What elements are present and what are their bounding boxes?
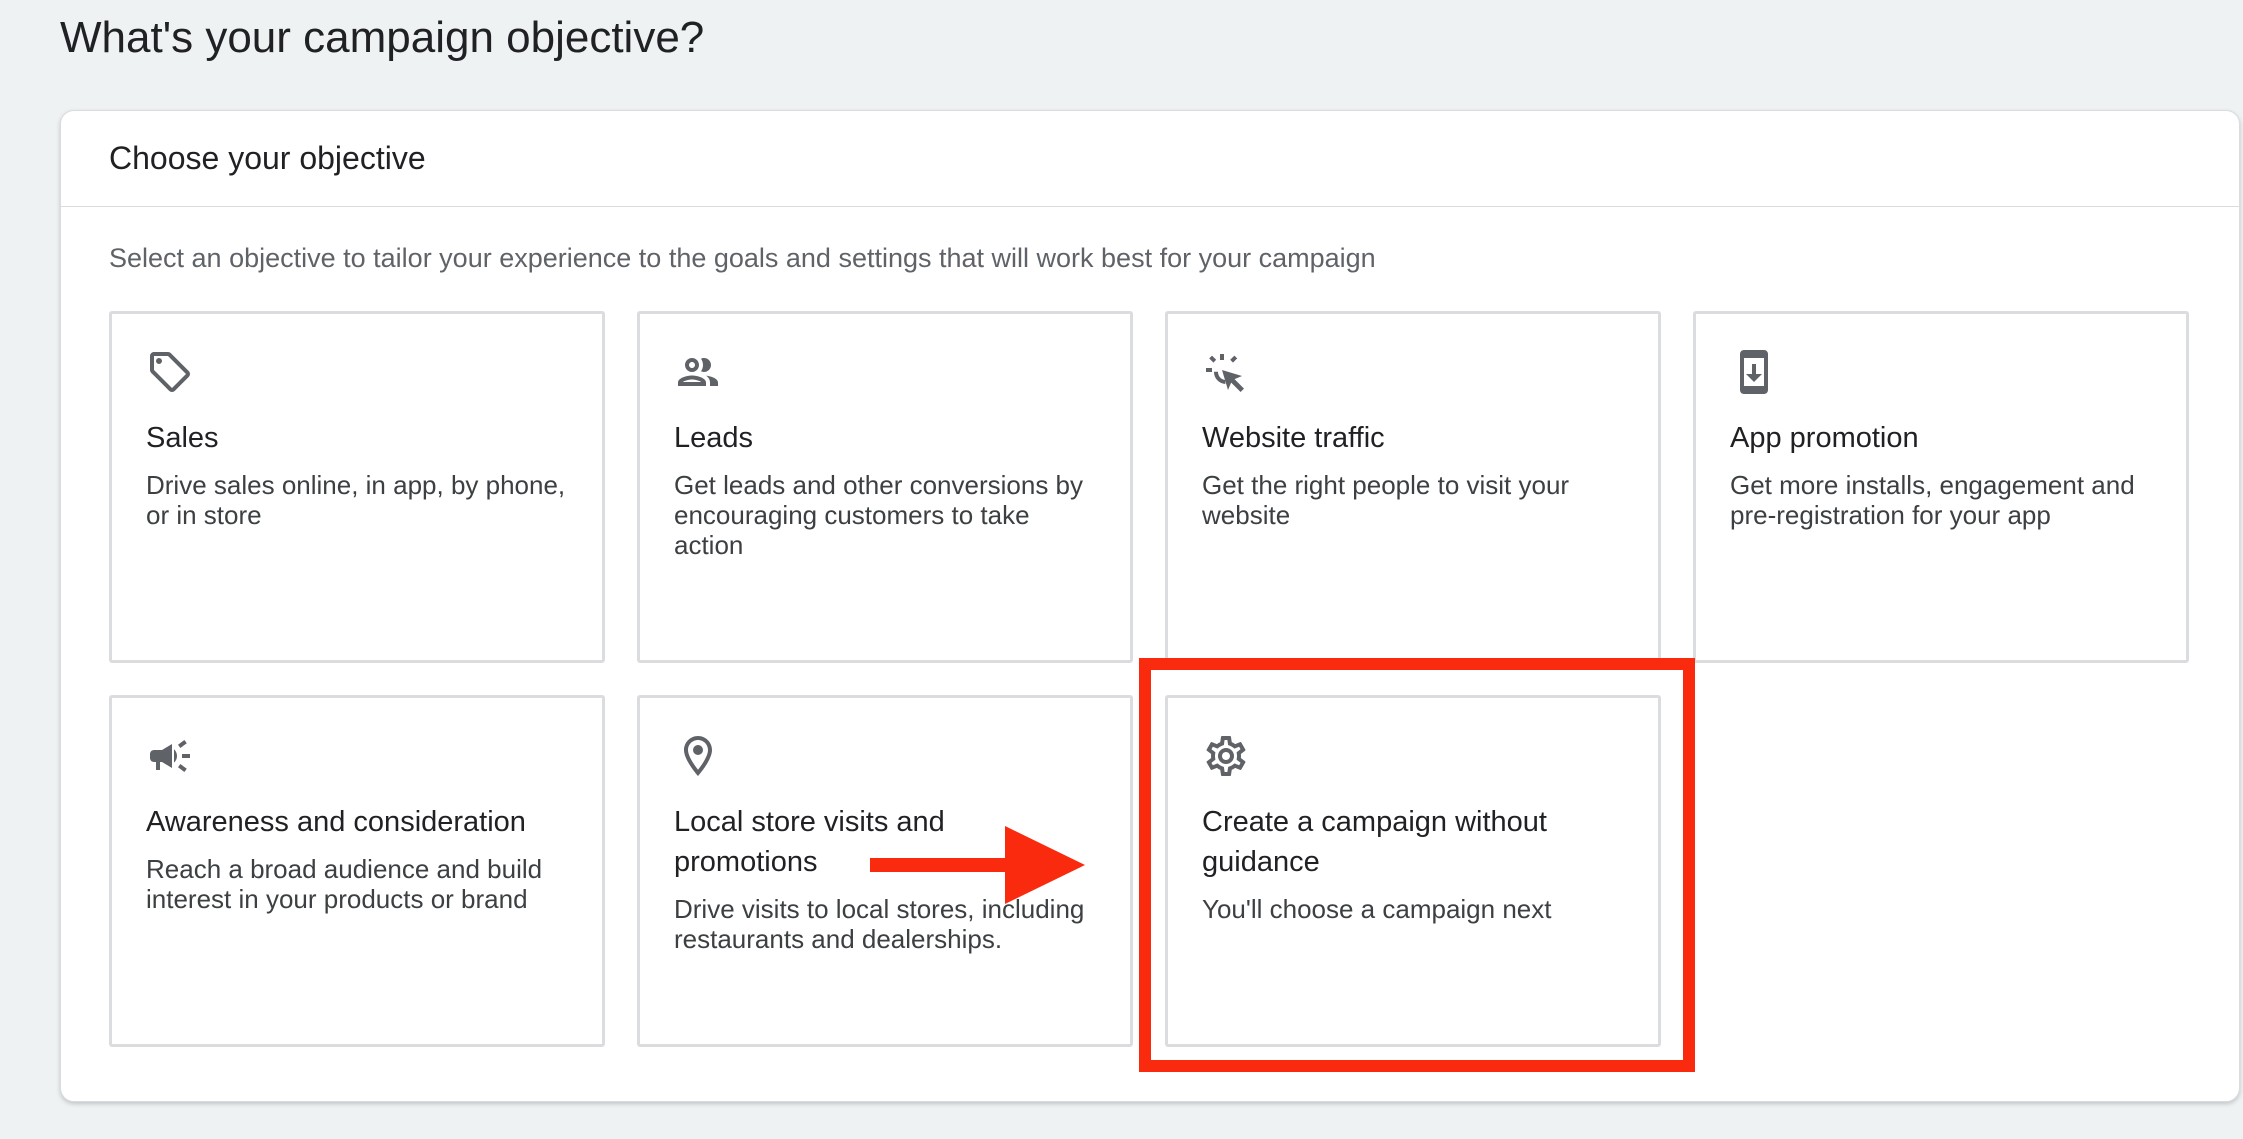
objective-title: Local store visits and promotions [674,806,945,878]
objective-description: Drive sales online, in app, by phone, or… [146,470,566,530]
objective-card-app-promotion[interactable]: App promotion Get more installs, engagem… [1693,311,2189,663]
objective-title: Sales [146,422,219,454]
tag-icon [146,348,194,396]
objective-card-website-traffic[interactable]: Website traffic Get the right people to … [1165,311,1661,663]
cursor-click-icon [1202,348,1250,396]
panel-header: Choose your objective [61,111,2239,207]
objective-card-awareness[interactable]: Awareness and consideration Reach a broa… [109,695,605,1047]
objective-description: Get more installs, engagement and pre-re… [1730,470,2135,530]
objective-description: Reach a broad audience and build interes… [146,854,543,914]
gear-icon [1202,732,1250,780]
objective-description: Drive visits to local stores, including … [674,894,1085,954]
objective-description: Get the right people to visit your websi… [1202,470,1570,530]
objective-card-no-guidance[interactable]: Create a campaign without guidance You'l… [1165,695,1661,1047]
objective-card-local-store-visits[interactable]: Local store visits and promotions Drive … [637,695,1133,1047]
people-icon [674,348,722,396]
panel-description: Select an objective to tailor your exper… [109,243,1376,273]
objective-card-leads[interactable]: Leads Get leads and other conversions by… [637,311,1133,663]
page-title: What's your campaign objective? [60,13,705,62]
objective-card-sales[interactable]: Sales Drive sales online, in app, by pho… [109,311,605,663]
objective-title: Create a campaign without guidance [1202,806,1547,878]
phone-download-icon [1730,348,1778,396]
objective-title: Website traffic [1202,422,1385,454]
objective-description: You'll choose a campaign next [1202,894,1552,924]
objective-title: App promotion [1730,422,1919,454]
location-pin-icon [674,732,722,780]
objective-panel: Choose your objective Select an objectiv… [60,110,2240,1102]
panel-title: Choose your objective [109,140,426,176]
megaphone-icon [146,732,194,780]
objective-title: Awareness and consideration [146,806,526,838]
objective-description: Get leads and other conversions by encou… [674,470,1084,560]
objective-title: Leads [674,422,754,454]
